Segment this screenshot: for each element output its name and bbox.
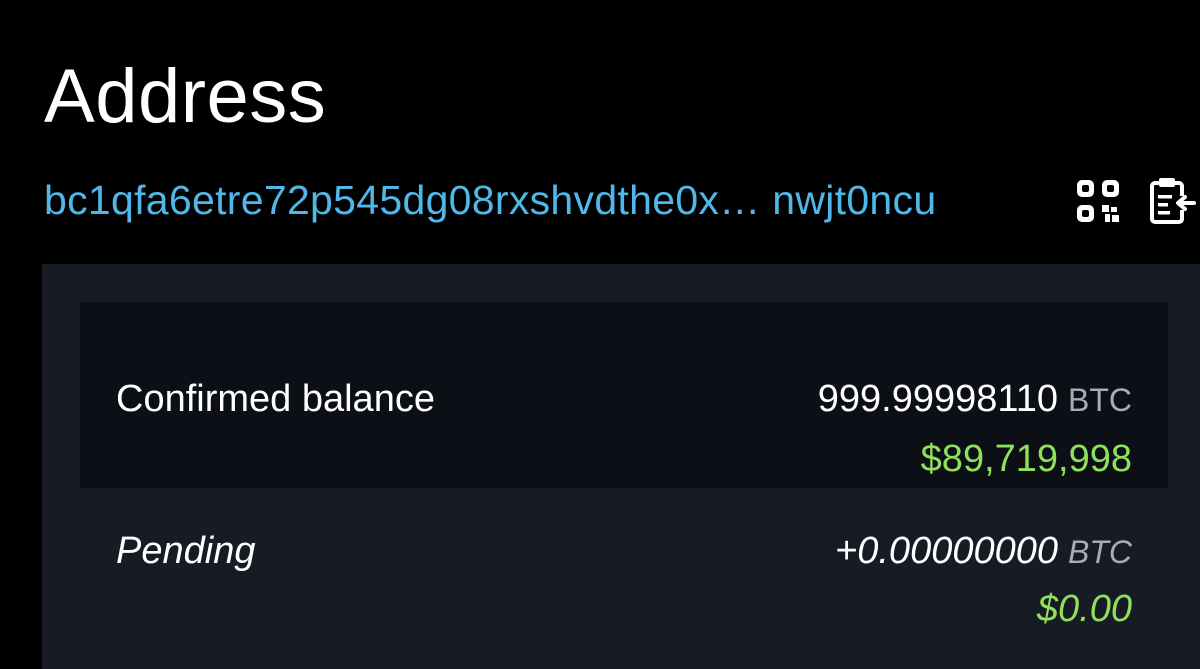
- address-link[interactable]: bc1qfa6etre72p545dg08rxshvdthe0x… nwjt0n…: [44, 177, 936, 224]
- confirmed-balance-label: Confirmed balance: [116, 378, 435, 420]
- pending-label: Pending: [116, 530, 256, 572]
- pending-amount: +0.00000000 BTC: [835, 530, 1132, 573]
- pending-fiat-value: $0.00: [1036, 588, 1132, 630]
- pending-btc-unit: BTC: [1068, 534, 1132, 570]
- balance-panel: Confirmed balance 999.99998110 BTC $89,71…: [42, 264, 1200, 669]
- confirmed-fiat-value: $89,719,998: [920, 438, 1132, 480]
- address-page: Address bc1qfa6etre72p545dg08rxshvdthe0x…: [0, 0, 1200, 669]
- confirmed-balance-amount: 999.99998110 BTC: [818, 378, 1132, 421]
- confirmed-balance-card: Confirmed balance 999.99998110 BTC $89,71…: [80, 302, 1168, 488]
- clipboard-copy-icon: [1150, 178, 1196, 224]
- address-row: bc1qfa6etre72p545dg08rxshvdthe0x… nwjt0n…: [44, 172, 1200, 228]
- pending-btc-value: +0.00000000: [835, 530, 1058, 572]
- confirmed-btc-unit: BTC: [1068, 382, 1132, 418]
- qr-code-icon: [1077, 180, 1119, 222]
- page-title: Address: [44, 54, 327, 139]
- copy-address-button[interactable]: [1148, 176, 1196, 226]
- qr-code-button[interactable]: [1074, 176, 1122, 226]
- confirmed-btc-value: 999.99998110: [817, 378, 1058, 420]
